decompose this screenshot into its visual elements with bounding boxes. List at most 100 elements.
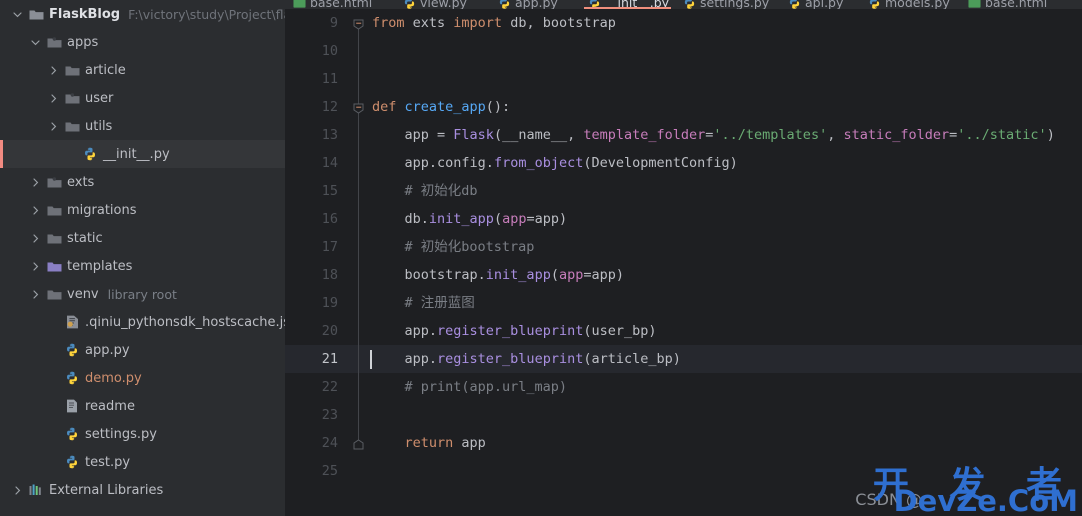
editor-tab-bar[interactable]: base.html view.py app.py __init__.py setting… bbox=[285, 0, 1082, 9]
fold-gutter-row[interactable] bbox=[350, 457, 368, 485]
code-line[interactable]: # 注册蓝图 bbox=[368, 289, 1082, 317]
code-line[interactable]: app.register_blueprint(user_bp) bbox=[368, 317, 1082, 345]
chevron-right-icon[interactable] bbox=[10, 483, 24, 497]
editor-tab-models-py[interactable]: models.py bbox=[860, 0, 960, 9]
line-number[interactable]: 19 bbox=[285, 289, 350, 317]
chevron-right-icon[interactable] bbox=[28, 203, 42, 217]
line-number[interactable]: 24 bbox=[285, 429, 350, 457]
code-line[interactable] bbox=[368, 401, 1082, 429]
fold-gutter-row[interactable] bbox=[350, 177, 368, 205]
tree-item-venv[interactable]: venv library root bbox=[0, 280, 285, 308]
code-line[interactable] bbox=[368, 37, 1082, 65]
tree-item-migrations[interactable]: migrations bbox=[0, 196, 285, 224]
code-folding-gutter[interactable] bbox=[350, 9, 368, 516]
editor-tab-init-py[interactable]: __init__.py bbox=[580, 0, 675, 9]
tree-item-test-py[interactable]: test.py bbox=[0, 448, 285, 476]
tree-item-apps[interactable]: apps bbox=[0, 28, 285, 56]
chevron-right-icon[interactable] bbox=[46, 119, 60, 133]
code-line[interactable]: return app bbox=[368, 429, 1082, 457]
code-token: app bbox=[502, 211, 527, 227]
tree-item-readme[interactable]: readme bbox=[0, 392, 285, 420]
editor-tab-api-py[interactable]: api.py bbox=[780, 0, 860, 9]
tree-item-article[interactable]: article bbox=[0, 56, 285, 84]
tree-item-external-libraries[interactable]: External Libraries bbox=[0, 476, 285, 504]
chevron-right-icon[interactable] bbox=[28, 287, 42, 301]
line-number[interactable]: 17 bbox=[285, 233, 350, 261]
line-number[interactable]: 10 bbox=[285, 37, 350, 65]
line-number[interactable]: 23 bbox=[285, 401, 350, 429]
fold-gutter-row[interactable] bbox=[350, 373, 368, 401]
line-number[interactable]: 25 bbox=[285, 457, 350, 485]
code-line[interactable]: # 初始化db bbox=[368, 177, 1082, 205]
tree-item-settings-py[interactable]: settings.py bbox=[0, 420, 285, 448]
code-editor[interactable]: 9 10 11 12 13 14 15 16 17 18 19 20 21 22 23 24 25 from e… bbox=[285, 9, 1082, 516]
code-line[interactable]: # print(app.url_map) bbox=[368, 373, 1082, 401]
code-token: (): bbox=[485, 99, 511, 115]
fold-gutter-row[interactable] bbox=[350, 261, 368, 289]
fold-gutter-row[interactable] bbox=[350, 149, 368, 177]
line-number[interactable]: 21 bbox=[285, 345, 350, 373]
fold-gutter-row[interactable] bbox=[350, 345, 368, 373]
line-number[interactable]: 18 bbox=[285, 261, 350, 289]
tree-item-demo-py[interactable]: demo.py bbox=[0, 364, 285, 392]
code-line[interactable] bbox=[368, 65, 1082, 93]
line-number[interactable]: 16 bbox=[285, 205, 350, 233]
line-number[interactable]: 13 bbox=[285, 121, 350, 149]
code-line[interactable]: from exts import db, bootstrap bbox=[368, 9, 1082, 37]
fold-gutter-row[interactable] bbox=[350, 121, 368, 149]
line-number[interactable]: 14 bbox=[285, 149, 350, 177]
chevron-right-icon[interactable] bbox=[28, 259, 42, 273]
chevron-right-icon[interactable] bbox=[28, 231, 42, 245]
chevron-right-icon[interactable] bbox=[28, 175, 42, 189]
tree-item-flaskblog[interactable]: FlaskBlog F:\victory\study\Project\flask\… bbox=[0, 0, 285, 28]
editor-tab-app-py[interactable]: app.py bbox=[490, 0, 580, 9]
tree-item-user[interactable]: user bbox=[0, 84, 285, 112]
code-line[interactable]: db.init_app(app=app) bbox=[368, 205, 1082, 233]
tree-item-init-py[interactable]: __init__.py bbox=[0, 140, 285, 168]
editor-tab-base-html[interactable]: base.html bbox=[285, 0, 395, 9]
fold-gutter-row[interactable] bbox=[350, 317, 368, 345]
chevron-down-icon[interactable] bbox=[10, 7, 24, 21]
editor-tab-view-py[interactable]: view.py bbox=[395, 0, 490, 9]
fold-end-icon[interactable] bbox=[353, 438, 364, 450]
fold-gutter-row[interactable] bbox=[350, 37, 368, 65]
line-number[interactable]: 12 bbox=[285, 93, 350, 121]
fold-gutter-row[interactable] bbox=[350, 65, 368, 93]
chevron-down-icon[interactable] bbox=[28, 35, 42, 49]
tree-item-app-py[interactable]: app.py bbox=[0, 336, 285, 364]
line-number[interactable]: 9 bbox=[285, 9, 350, 37]
code-line[interactable]: def create_app(): bbox=[368, 93, 1082, 121]
folder-icon bbox=[46, 230, 62, 246]
code-text-area[interactable]: from exts import db, bootstrap def create… bbox=[368, 9, 1082, 516]
project-tree-panel[interactable]: FlaskBlog F:\victory\study\Project\flask\… bbox=[0, 0, 285, 516]
code-line[interactable]: # 初始化bootstrap bbox=[368, 233, 1082, 261]
fold-gutter-row[interactable] bbox=[350, 205, 368, 233]
tree-item-templates[interactable]: templates bbox=[0, 252, 285, 280]
line-number[interactable]: 22 bbox=[285, 373, 350, 401]
editor-tab-base-html[interactable]: base.html bbox=[960, 0, 1070, 9]
code-line[interactable]: app.register_blueprint(article_bp) bbox=[368, 345, 1082, 373]
fold-gutter-row[interactable] bbox=[350, 233, 368, 261]
tree-item-utils[interactable]: utils bbox=[0, 112, 285, 140]
python-file-icon bbox=[64, 426, 80, 442]
chevron-right-icon[interactable] bbox=[46, 91, 60, 105]
code-token: ( bbox=[493, 211, 503, 227]
line-number-gutter[interactable]: 9 10 11 12 13 14 15 16 17 18 19 20 21 22 23 24 25 bbox=[285, 9, 350, 516]
line-number[interactable]: 11 bbox=[285, 65, 350, 93]
code-line[interactable]: bootstrap.init_app(app=app) bbox=[368, 261, 1082, 289]
fold-gutter-row[interactable] bbox=[350, 289, 368, 317]
line-number[interactable]: 20 bbox=[285, 317, 350, 345]
line-number[interactable]: 15 bbox=[285, 177, 350, 205]
fold-collapse-icon[interactable] bbox=[353, 18, 364, 30]
fold-gutter-row[interactable] bbox=[350, 401, 368, 429]
tree-item-qiniu-pythonsdk-hostscache-json[interactable]: .qiniu_pythonsdk_hostscache.json bbox=[0, 308, 285, 336]
fold-collapse-icon[interactable] bbox=[353, 102, 364, 114]
code-line[interactable]: app = Flask(__name__, template_folder='.… bbox=[368, 121, 1082, 149]
editor-tab-settings-py[interactable]: settings.py bbox=[675, 0, 780, 9]
tree-item-static[interactable]: static bbox=[0, 224, 285, 252]
code-line[interactable] bbox=[368, 457, 1082, 485]
code-line[interactable]: app.config.from_object(DevelopmentConfig… bbox=[368, 149, 1082, 177]
chevron-right-icon[interactable] bbox=[46, 63, 60, 77]
tree-item-exts[interactable]: exts bbox=[0, 168, 285, 196]
tree-item-label: test.py bbox=[85, 454, 131, 470]
